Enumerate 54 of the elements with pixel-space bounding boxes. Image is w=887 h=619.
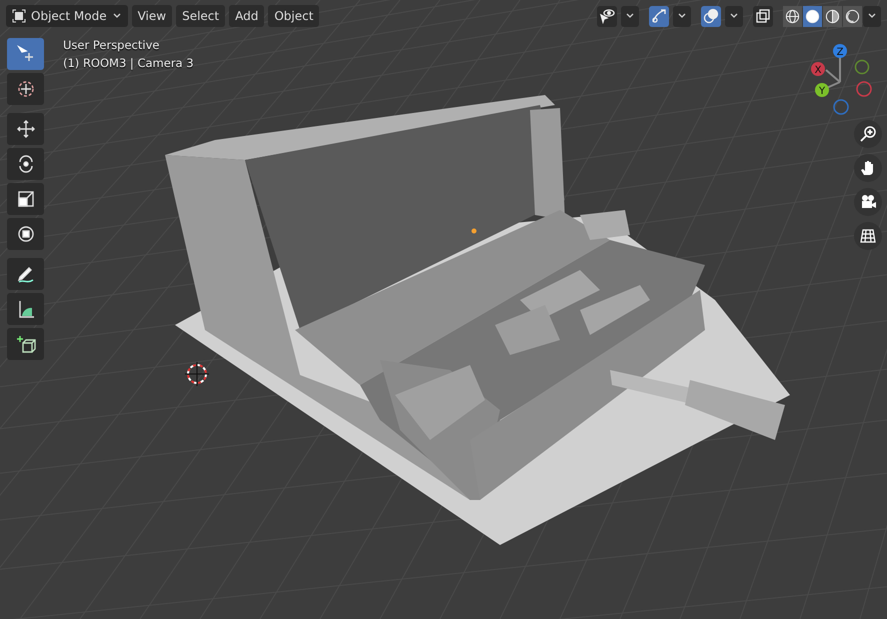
shading-button[interactable] — [823, 6, 842, 26]
pan-button[interactable] — [854, 154, 882, 182]
tool-button[interactable] — [7, 148, 44, 180]
menu-button[interactable]: Add — [229, 5, 264, 27]
grid-icon — [859, 227, 877, 245]
dropdown-button[interactable] — [673, 6, 691, 26]
tool-button[interactable] — [7, 113, 44, 145]
gizmo-toggle[interactable] — [649, 6, 669, 26]
add-cube-icon — [16, 334, 36, 354]
scale-icon — [16, 189, 36, 209]
shading-button[interactable] — [803, 6, 822, 26]
transform-icon — [16, 224, 36, 244]
menu-button[interactable]: View — [132, 5, 172, 27]
xray-toggle[interactable] — [753, 6, 773, 26]
shading-button[interactable] — [783, 6, 802, 26]
tool-button[interactable] — [7, 183, 44, 215]
dropdown-button[interactable] — [863, 6, 881, 26]
tool-button[interactable] — [7, 73, 44, 105]
tool-button[interactable] — [7, 258, 44, 290]
object-mode-icon — [12, 9, 26, 23]
menu-button[interactable]: Select — [176, 5, 226, 27]
eye-cursor-icon — [599, 8, 615, 24]
navigation-gizmo[interactable]: Z X Y — [811, 44, 872, 115]
camera-icon — [859, 193, 877, 211]
rendered-sphere-icon — [845, 8, 860, 24]
tool-button[interactable] — [7, 218, 44, 250]
zoom-button[interactable] — [854, 120, 882, 148]
viewport-info-text: (1) ROOM3 | Camera 3 — [63, 55, 194, 71]
dropdown-button[interactable] — [621, 6, 639, 26]
shading-button[interactable] — [843, 6, 862, 26]
viewport-info-text: User Perspective — [63, 37, 160, 53]
mode-dropdown[interactable]: Object Mode — [6, 5, 128, 27]
overlays-icon — [703, 8, 719, 24]
move-arrows-icon — [16, 119, 36, 139]
wireframe-sphere-icon — [785, 8, 800, 24]
xray-icon — [755, 8, 771, 24]
dropdown-button[interactable] — [725, 6, 743, 26]
visibility-toggle[interactable] — [597, 6, 617, 26]
3d-cursor-icon — [184, 362, 210, 386]
axis-label: Y — [818, 86, 826, 97]
select-cursor-icon — [16, 44, 36, 64]
camera-button[interactable] — [854, 188, 882, 216]
zoom-icon — [859, 125, 877, 143]
menu-button[interactable]: Object — [268, 5, 320, 27]
tool-button[interactable] — [7, 328, 44, 360]
tool-button[interactable] — [7, 293, 44, 325]
axis-label: Z — [836, 47, 844, 58]
material-sphere-icon — [825, 8, 840, 24]
solid-sphere-icon — [805, 8, 820, 24]
overlay-toggle[interactable] — [701, 6, 721, 26]
gizmo-arrow-icon — [651, 8, 667, 24]
axis-label: X — [814, 65, 822, 76]
grid-view-button[interactable] — [854, 222, 882, 250]
crosshair-icon — [16, 79, 36, 99]
